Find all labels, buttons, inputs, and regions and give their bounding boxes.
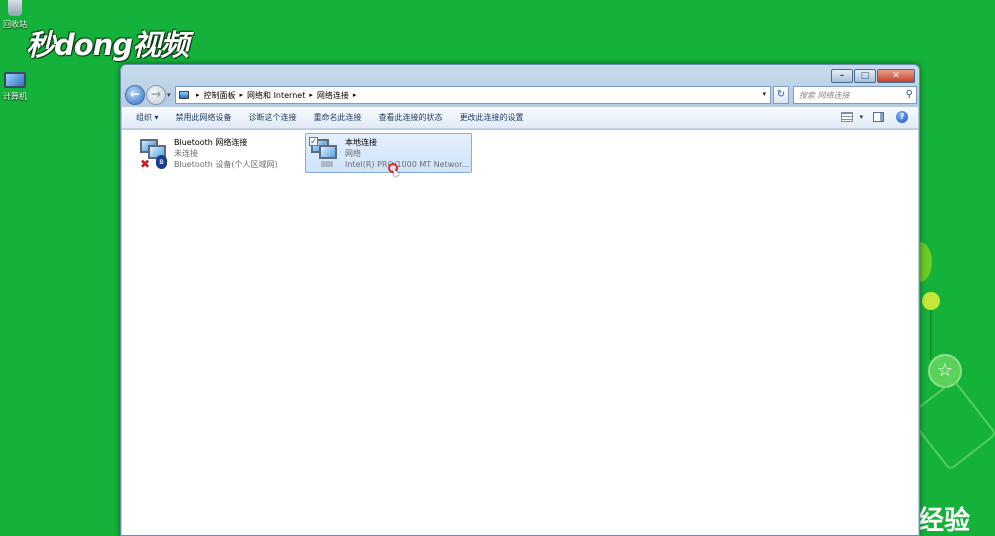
chevron-right-icon[interactable]: ▸ — [240, 91, 244, 99]
chevron-right-icon[interactable]: ▸ — [309, 91, 313, 99]
breadcrumb-network-connections[interactable]: 网络连接 — [317, 90, 349, 101]
breadcrumb: ▸ 控制面板 ▸ 网络和 Internet ▸ 网络连接 ▸ — [192, 90, 360, 101]
command-bar: 组织 ▾ 禁用此网络设备 诊断这个连接 重命名此连接 查看此连接的状态 更改此连… — [122, 107, 918, 129]
connection-name: Bluetooth 网络连接 — [174, 138, 248, 147]
search-icon[interactable]: ⚲ — [906, 89, 913, 100]
help-icon[interactable]: ? — [896, 111, 908, 123]
recycle-bin-icon — [8, 0, 22, 16]
address-bar[interactable]: ▸ 控制面板 ▸ 网络和 Internet ▸ 网络连接 ▸ ▾ — [175, 86, 771, 104]
view-status-button[interactable]: 查看此连接的状态 — [379, 112, 443, 123]
connection-name: 本地连接 — [345, 138, 377, 147]
search-placeholder: 搜索 网络连接 — [799, 91, 850, 100]
selection-checkbox[interactable]: ✓ — [309, 137, 318, 146]
address-dropdown-button[interactable]: ▾ — [762, 90, 766, 98]
lan-network-icon: ✓ — [309, 137, 341, 171]
control-panel-icon — [179, 91, 189, 99]
bluetooth-network-icon: ✖ ʙ — [138, 137, 170, 171]
search-input[interactable]: 搜索 网络连接 ⚲ — [793, 86, 917, 104]
maximize-button[interactable]: □ — [854, 69, 876, 83]
disconnected-x-icon: ✖ — [140, 157, 151, 171]
connection-item-bluetooth[interactable]: ✖ ʙ Bluetooth 网络连接 未连接 Bluetooth 设备(个人区域… — [135, 134, 295, 174]
computer-icon — [4, 72, 26, 88]
wallpaper-text: 经验 — [918, 506, 971, 536]
breadcrumb-network-internet[interactable]: 网络和 Internet — [247, 90, 305, 101]
back-button[interactable]: ← — [125, 85, 145, 105]
bluetooth-icon: ʙ — [156, 155, 167, 169]
desktop-icon-label: 计算机 — [3, 92, 27, 101]
connections-list: ✖ ʙ Bluetooth 网络连接 未连接 Bluetooth 设备(个人区域… — [122, 130, 918, 535]
refresh-button[interactable]: ↻ — [773, 86, 789, 104]
chevron-right-icon[interactable]: ▸ — [196, 91, 200, 99]
explorer-window: – □ ✕ ← → ▾ ▸ 控制面板 ▸ 网络和 Internet ▸ 网络连接… — [120, 64, 920, 536]
wallpaper-decoration: ☆ — [918, 230, 995, 536]
navigation-bar: ← → ▾ ▸ 控制面板 ▸ 网络和 Internet ▸ 网络连接 ▸ ▾ ↻… — [125, 85, 917, 107]
video-watermark-logo: 秒dong视频 — [26, 28, 189, 62]
disable-device-button[interactable]: 禁用此网络设备 — [176, 112, 232, 123]
minimize-button[interactable]: – — [831, 69, 853, 83]
connection-device: Intel(R) PRO/1000 MT Networ... — [345, 160, 470, 169]
connection-status: 网络 — [345, 149, 361, 158]
change-view-icon[interactable] — [841, 112, 854, 122]
window-controls: – □ ✕ — [830, 69, 915, 83]
recent-pages-dropdown[interactable]: ▾ — [167, 91, 171, 99]
chevron-right-icon[interactable]: ▸ — [353, 91, 357, 99]
forward-button[interactable]: → — [146, 85, 166, 105]
connection-device: Bluetooth 设备(个人区域网) — [174, 160, 278, 169]
organize-menu[interactable]: 组织 ▾ — [136, 112, 159, 123]
preview-pane-icon[interactable] — [873, 112, 884, 122]
view-options-dropdown[interactable]: ▾ — [859, 113, 863, 121]
desktop-icon-computer[interactable]: 计算机 — [0, 72, 30, 102]
close-button[interactable]: ✕ — [877, 69, 915, 83]
rename-connection-button[interactable]: 重命名此连接 — [314, 112, 362, 123]
network-cable-icon — [321, 161, 333, 167]
breadcrumb-control-panel[interactable]: 控制面板 — [204, 90, 236, 101]
diagnose-connection-button[interactable]: 诊断这个连接 — [249, 112, 297, 123]
change-settings-button[interactable]: 更改此连接的设置 — [460, 112, 524, 123]
connection-status: 未连接 — [174, 149, 198, 158]
